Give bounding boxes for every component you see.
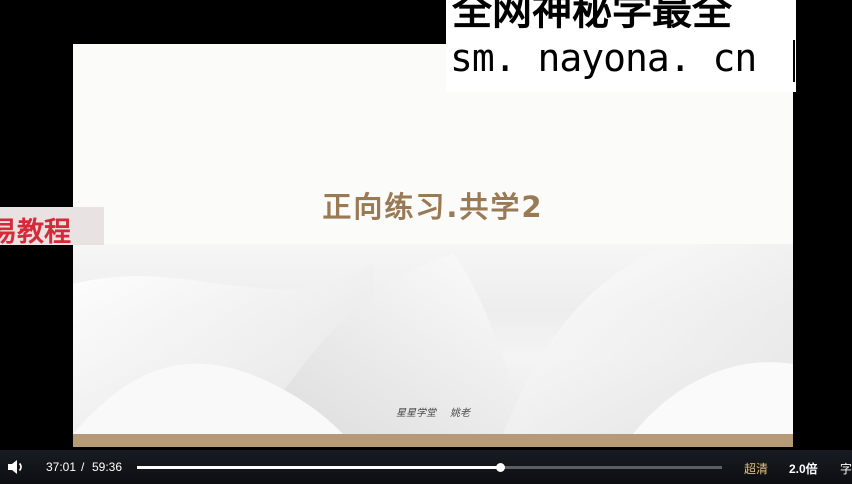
watermark-overlay: 全网神秘学最全 sm. nayona. cn — [446, 0, 796, 92]
text-cursor — [793, 40, 795, 82]
presentation-slide: 正向练习.共学2 星星学堂 姚老 — [73, 44, 793, 447]
slide-bottom-bar — [73, 434, 793, 447]
quality-button[interactable]: 超清 — [744, 460, 768, 477]
watermark-line1: 全网神秘学最全 — [452, 0, 732, 34]
volume-icon[interactable] — [7, 459, 25, 475]
slide-footer-brand: 星星学堂 — [396, 408, 436, 419]
video-area[interactable]: 正向练习.共学2 星星学堂 姚老 全网神秘学最全 sm. nayona. cn 易… — [0, 0, 852, 450]
progress-fill — [137, 466, 501, 469]
time-separator: / — [81, 460, 85, 474]
total-time: 59:36 — [92, 460, 123, 474]
watermark-url: sm. nayona. cn — [450, 36, 757, 80]
progress-handle[interactable] — [496, 463, 506, 472]
progress-bar[interactable] — [137, 463, 722, 472]
slide-title: 正向练习.共学2 — [322, 190, 544, 224]
current-time: 37:01 — [46, 460, 77, 474]
subtitle-button[interactable]: 字 — [840, 460, 852, 477]
slide-footer-author: 姚老 — [450, 408, 470, 419]
slide-footer: 星星学堂 姚老 — [73, 404, 793, 419]
promo-text: 易教程 — [0, 217, 71, 245]
player-control-bar: 37:01 / 59:36 超清 2.0倍 字 — [0, 450, 852, 484]
promo-overlay: 易教程 — [0, 207, 104, 245]
playback-speed-button[interactable]: 2.0倍 — [789, 460, 818, 477]
